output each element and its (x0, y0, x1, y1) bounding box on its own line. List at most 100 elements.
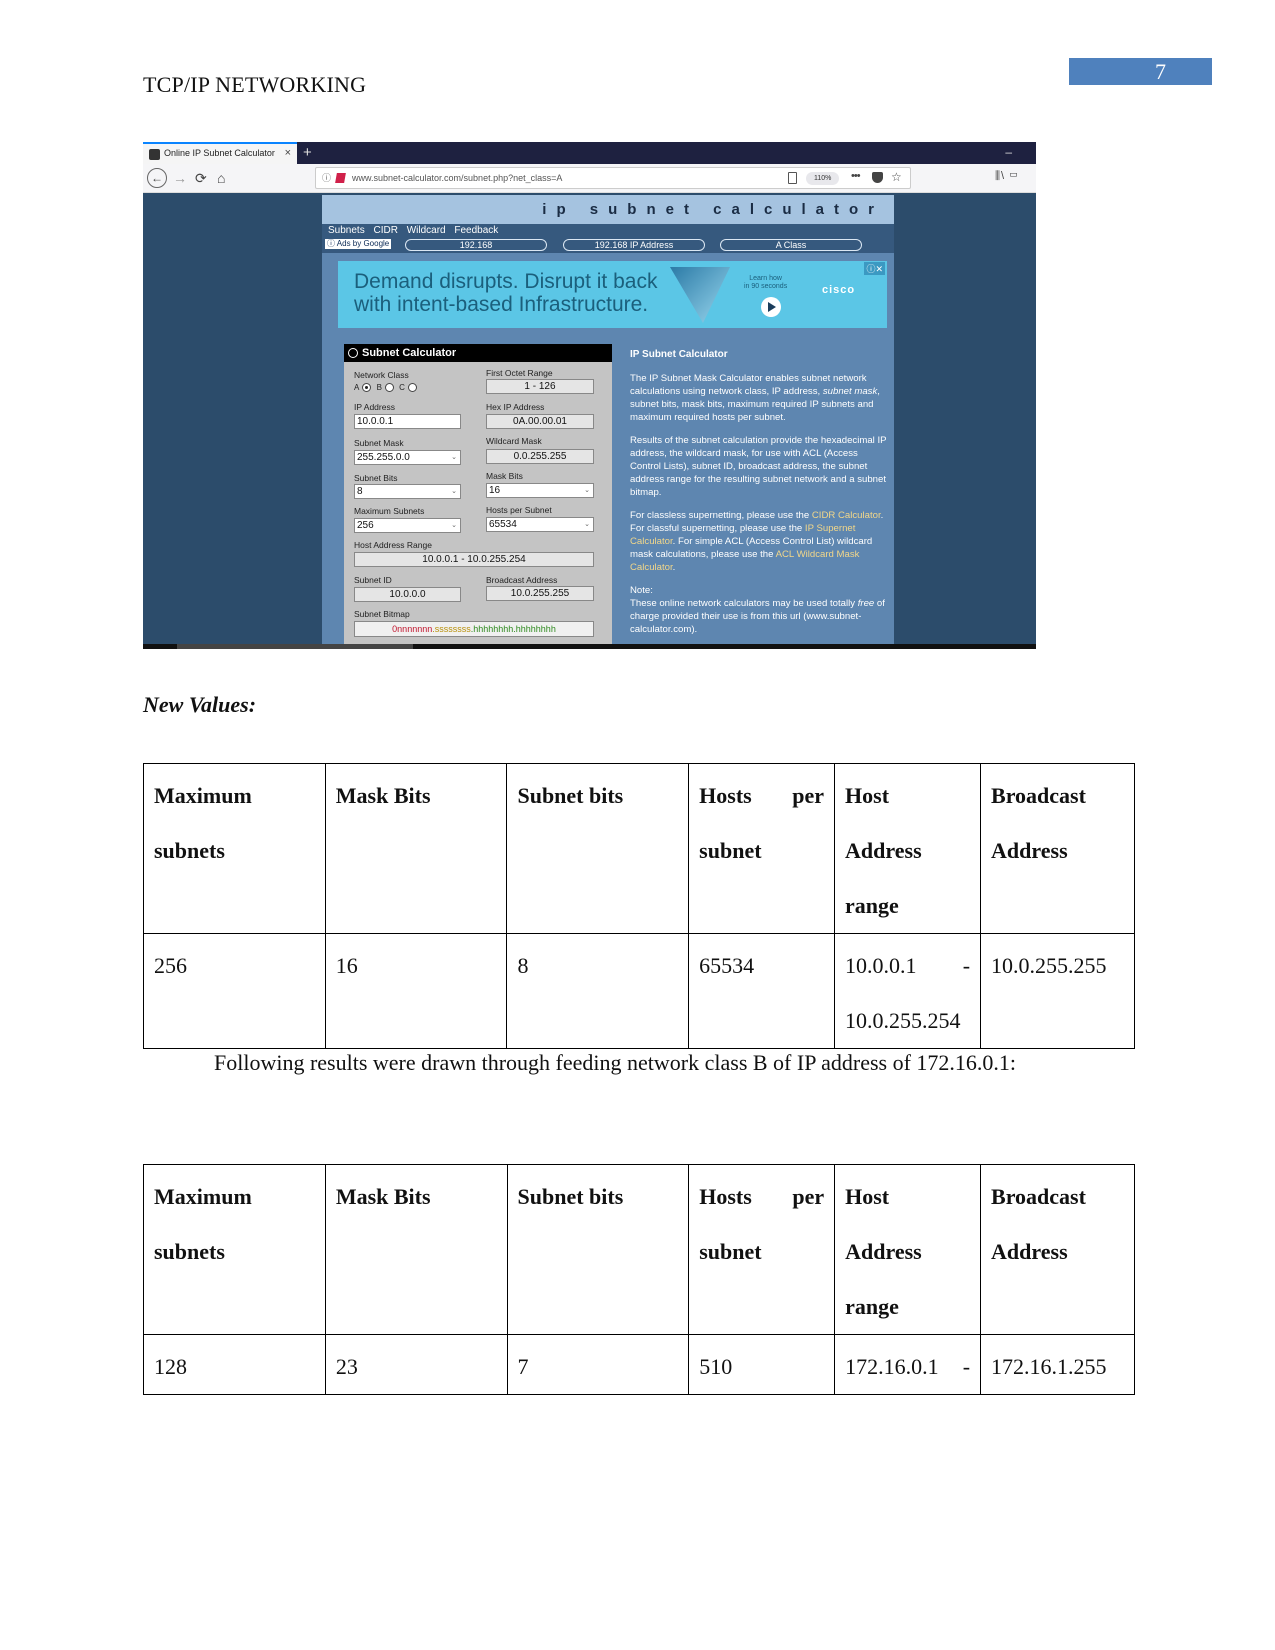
insecure-connection-icon (335, 173, 346, 183)
site-nav-links[interactable]: Subnets CIDR Wildcard Feedback (328, 225, 498, 236)
address-bar[interactable]: ⓘ www.subnet-calculator.com/subnet.php?n… (315, 167, 911, 189)
bitmap-host-bits: .hhhhhhhh.hhhhhhhh (470, 624, 556, 634)
subnet-bitmap-field: 0nnnnnnn.ssssssss.hhhhhhhh.hhhhhhhh (354, 621, 594, 637)
text: . (672, 562, 676, 573)
calculator-title: Subnet Calculator (344, 344, 612, 362)
url-text[interactable]: www.subnet-calculator.com/subnet.php?net… (352, 173, 562, 183)
horizontal-scrollbar[interactable] (143, 644, 1036, 649)
wildcard-mask-field: 0.0.255.255 (486, 449, 594, 464)
subnet-bits-label: Subnet Bits (354, 473, 398, 483)
ad-link-pill[interactable]: 192.168 IP Address (563, 239, 705, 251)
back-icon[interactable]: ← (147, 168, 167, 188)
mask-bits-label: Mask Bits (486, 471, 523, 481)
pocket-icon[interactable] (872, 172, 883, 183)
class-b-radio[interactable] (384, 383, 394, 393)
table-header-row: Maximum subnets Mask Bits Subnet bits Hos… (143, 1164, 1135, 1335)
mask-bits-value: 16 (489, 485, 501, 496)
ad-link-pill[interactable]: 192.168 (405, 239, 547, 251)
hosts-per-line: Hosts per (699, 1169, 824, 1224)
header-host-address-range: Host Address range (834, 763, 982, 934)
host-range-field: 10.0.0.1 - 10.0.255.254 (354, 552, 594, 567)
calculator-description: IP Subnet Calculator The IP Subnet Mask … (630, 348, 890, 646)
header-word: Hosts (699, 1184, 752, 1209)
cidr-calculator-link[interactable]: CIDR Calculator (812, 510, 881, 521)
subnet-bits-select[interactable]: 8 ⌄ (354, 484, 461, 499)
ad-cta-line: Learn how (749, 275, 782, 282)
hosts-per-line: Hosts per (699, 768, 824, 823)
bitmap-subnet-bits: .ssssssss (432, 624, 471, 634)
mask-bits-select[interactable]: 16 ⌄ (486, 483, 594, 498)
browser-tab[interactable]: Online IP Subnet Calculator × (143, 142, 297, 164)
chevron-down-icon: ⌄ (584, 521, 590, 528)
body-paragraph: Following results were drawn through fee… (214, 1050, 1017, 1075)
play-icon[interactable] (761, 297, 781, 317)
header-broadcast-address: Broadcast Address (980, 1164, 1135, 1335)
hosts-per-subnet-select[interactable]: 65534 ⌄ (486, 517, 594, 532)
scrollbar-thumb[interactable] (177, 644, 413, 649)
header-max-subnets: Maximum subnets (143, 1164, 326, 1335)
max-subnets-select[interactable]: 256 ⌄ (354, 518, 461, 533)
library-sidebar-icons[interactable]: ⫼\ ▭ (995, 170, 1019, 183)
table-row: 256 16 8 65534 10.0.0.1- 10.0.255.254 10… (143, 933, 1135, 1049)
class-a-radio[interactable] (362, 383, 372, 393)
zoom-level-badge[interactable]: 110% (806, 172, 840, 185)
bookmark-star-icon[interactable]: ☆ (891, 167, 902, 187)
ip-address-input[interactable]: 10.0.0.1 (354, 414, 461, 429)
ip-address-label: IP Address (354, 402, 395, 412)
results-table-class-b: Maximum subnets Mask Bits Subnet bits Hos… (143, 1164, 1135, 1395)
close-icon[interactable]: × (285, 144, 291, 163)
text: For classless supernetting, please use t… (630, 510, 812, 521)
host-range-dash: - (962, 1354, 971, 1379)
cisco-logo: cisco (822, 284, 856, 296)
cell-subnet-bits: 7 (506, 1334, 690, 1395)
more-actions-icon[interactable]: ••• (851, 166, 861, 186)
class-c-radio[interactable] (407, 383, 417, 393)
browser-nav-bar: ← → ⟳ ⌂ ⓘ www.subnet-calculator.com/subn… (143, 164, 1036, 193)
ads-by-google-label[interactable]: ⓘ Ads by Google (325, 239, 392, 249)
table-row: 128 23 7 510 172.16.0.1- 172.16.1.255 (143, 1334, 1135, 1395)
reload-icon[interactable]: ⟳ (195, 168, 207, 188)
ad-close-icon[interactable]: ⓘ✕ (864, 262, 885, 275)
new-tab-icon[interactable]: + (303, 142, 312, 163)
subnet-id-field: 10.0.0.0 (354, 587, 461, 602)
wildcard-mask-label: Wildcard Mask (486, 436, 542, 446)
cisco-ad-banner[interactable]: Demand disrupts. Disrupt it back with in… (338, 261, 887, 328)
host-range-label: Host Address Range (354, 540, 432, 550)
header-hosts-per-subnet: Hosts per subnet (688, 1164, 836, 1335)
hex-ip-field: 0A.00.00.01 (486, 414, 594, 429)
ad-cta: Learn how in 90 seconds (744, 275, 787, 291)
host-range-dash: - (962, 953, 971, 978)
info-icon[interactable]: ⓘ (322, 168, 331, 188)
ad-headline-line: Demand disrupts. Disrupt it back (354, 270, 658, 293)
reader-view-icon[interactable] (788, 172, 797, 184)
ad-headline: Demand disrupts. Disrupt it back with in… (354, 270, 657, 316)
ad-cta-line: in 90 seconds (744, 283, 788, 290)
subnet-id-label: Subnet ID (354, 575, 392, 585)
subnet-mask-select[interactable]: 255.255.0.0 ⌄ (354, 450, 461, 465)
forward-icon[interactable]: → (173, 168, 187, 188)
cell-max-subnets: 128 (143, 1334, 326, 1395)
class-a-label: A (354, 383, 360, 392)
bitmap-network-bits: 0nnnnnnn (392, 624, 433, 634)
cell-broadcast: 10.0.255.255 (980, 933, 1135, 1049)
header-mask-bits: Mask Bits (324, 1164, 508, 1335)
browser-tab-bar: Online IP Subnet Calculator × + – (143, 142, 1036, 164)
minimize-icon[interactable]: – (1005, 142, 1012, 162)
subnet-bits-value: 8 (357, 486, 363, 497)
ad-link-pill[interactable]: A Class (720, 239, 862, 251)
header-max-subnets: Maximum subnets (143, 763, 326, 934)
hosts-per-subnet-label: Hosts per Subnet (486, 505, 552, 515)
hex-ip-label: Hex IP Address (486, 402, 545, 412)
results-table-class-a: Maximum subnets Mask Bits Subnet bits Hos… (143, 763, 1135, 1049)
chevron-down-icon: ⌄ (584, 487, 590, 494)
subnet-mask-label: Subnet Mask (354, 438, 404, 448)
hosts-per-subnet-value: 65534 (489, 519, 517, 530)
max-subnets-value: 256 (357, 520, 374, 531)
section-heading: New Values: (143, 692, 257, 717)
tab-title: Online IP Subnet Calculator (164, 148, 275, 158)
first-octet-range-label: First Octet Range (486, 368, 553, 378)
subnet-bitmap-label: Subnet Bitmap (354, 609, 410, 619)
ad-headline-line: with intent-based Infrastructure. (354, 293, 649, 316)
class-b-label: B (376, 383, 382, 392)
home-icon[interactable]: ⌂ (217, 168, 225, 188)
